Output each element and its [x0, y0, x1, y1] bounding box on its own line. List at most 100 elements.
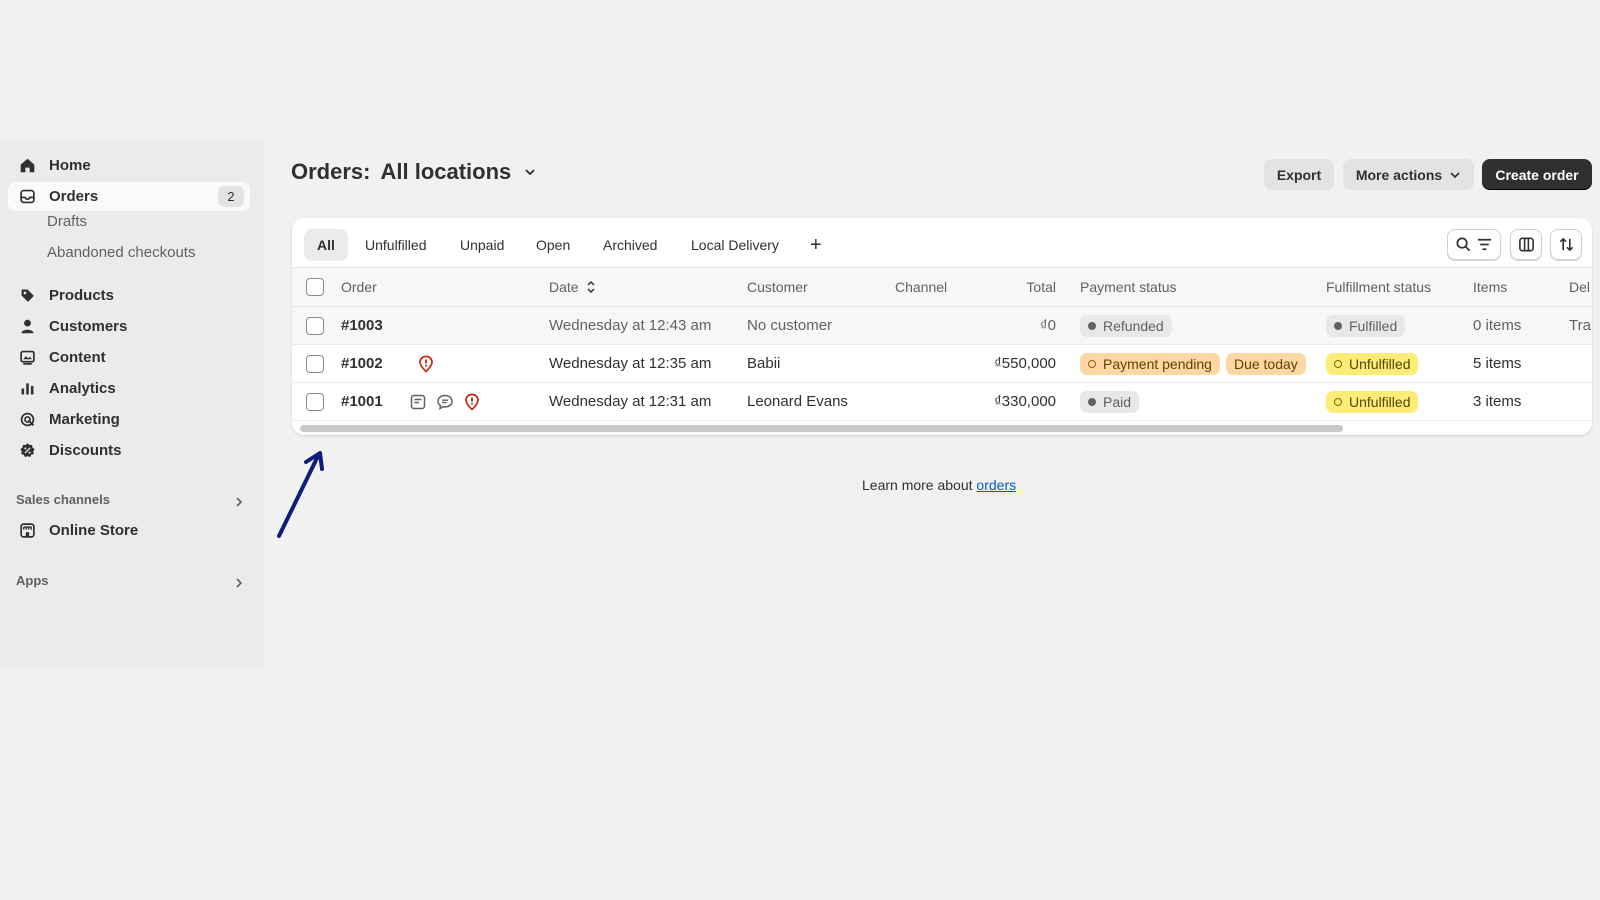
status-dot: [1088, 321, 1096, 330]
sidebar-item-orders[interactable]: Orders 2: [8, 182, 250, 211]
tab-all[interactable]: All: [304, 229, 348, 261]
sidebar-item-label: Discounts: [49, 442, 122, 459]
alert-location-icon[interactable]: [417, 355, 435, 373]
order-items: 3 items: [1473, 393, 1522, 410]
column-header-items[interactable]: Items: [1473, 268, 1507, 306]
due-badge: Due today: [1225, 352, 1306, 375]
sidebar-item-label: Products: [49, 287, 115, 304]
status-badge: Unfulfilled: [1326, 352, 1419, 375]
location-selector: All locations: [380, 159, 512, 184]
column-header-total[interactable]: Total: [992, 268, 1056, 306]
status-badge: Refunded: [1080, 314, 1172, 337]
table-row[interactable]: #1001 Wednesday at 12:31 am Leonard Evan…: [292, 383, 1592, 421]
sidebar-item-discounts[interactable]: Discounts: [8, 436, 250, 465]
sort-icon: [587, 280, 595, 294]
apps-label: Apps: [16, 573, 49, 588]
status-badge-label: Unfulfilled: [1349, 393, 1411, 410]
learn-more-label: Learn more about: [862, 477, 973, 493]
status-badge-label: Paid: [1103, 393, 1132, 410]
store-icon: [18, 522, 36, 540]
chevron-right-icon[interactable]: [232, 495, 246, 509]
learn-more-text: Learn more about orders: [862, 477, 1016, 493]
tab-archived[interactable]: Archived: [593, 229, 667, 261]
sidebar-subitem-drafts[interactable]: Drafts: [47, 213, 87, 230]
filter-icon: [1477, 238, 1492, 251]
order-number[interactable]: #1001: [341, 383, 383, 420]
export-button[interactable]: Export: [1264, 159, 1334, 190]
tab-unfulfilled[interactable]: Unfulfilled: [355, 229, 436, 261]
note-icon[interactable]: [409, 393, 427, 411]
column-header-date[interactable]: Date: [549, 268, 597, 306]
due-badge-label: Due today: [1233, 355, 1298, 372]
sidebar-item-label: Orders: [49, 188, 99, 205]
order-delivery: Tra: [1569, 317, 1591, 334]
status-badge: Fulfilled: [1326, 314, 1406, 337]
fulfillment-status-cell: Unfulfilled: [1326, 345, 1424, 382]
order-row-icons: [417, 345, 444, 382]
tab-unpaid[interactable]: Unpaid: [450, 229, 514, 261]
order-number[interactable]: #1002: [341, 345, 383, 382]
sidebar-item-customers[interactable]: Customers: [8, 312, 250, 341]
chevron-down-icon: [1450, 171, 1460, 178]
column-header-delivery[interactable]: Del: [1569, 268, 1590, 306]
orders-help-link[interactable]: orders: [976, 477, 1016, 493]
order-total: ₫330,000: [994, 393, 1056, 410]
annotation-arrow-icon: [277, 451, 324, 538]
status-badge-label: Payment pending: [1103, 355, 1212, 372]
chevron-right-icon[interactable]: [232, 576, 246, 590]
more-actions-button[interactable]: More actions: [1343, 159, 1474, 190]
row-checkbox[interactable]: [306, 317, 324, 335]
column-header-payment-status[interactable]: Payment status: [1080, 268, 1177, 306]
sidebar-subitem-abandoned-checkouts[interactable]: Abandoned checkouts: [47, 244, 195, 261]
alert-location-icon[interactable]: [463, 393, 481, 411]
tab-local-delivery[interactable]: Local Delivery: [681, 229, 789, 261]
sidebar-item-analytics[interactable]: Analytics: [8, 374, 250, 403]
sidebar-item-marketing[interactable]: Marketing: [8, 405, 250, 434]
add-view-button[interactable]: +: [800, 229, 832, 261]
sidebar-item-online-store[interactable]: Online Store: [8, 516, 250, 545]
target-icon: [18, 411, 36, 429]
column-header-customer[interactable]: Customer: [747, 268, 808, 306]
sidebar-item-label: Content: [49, 349, 106, 366]
table-row[interactable]: #1002 Wednesday at 12:35 am Babii ₫550,0…: [292, 345, 1592, 383]
fulfillment-status-cell: Unfulfilled: [1326, 383, 1424, 420]
sidebar-item-label: Customers: [49, 318, 128, 335]
column-header-channel[interactable]: Channel: [895, 268, 947, 306]
sort-button[interactable]: [1550, 229, 1582, 260]
status-badge-label: Refunded: [1103, 317, 1164, 334]
page-title-text: Orders:: [291, 159, 371, 184]
status-dot: [1334, 321, 1342, 330]
row-checkbox[interactable]: [306, 393, 324, 411]
horizontal-scrollbar[interactable]: [300, 425, 1343, 432]
orders-card: All Unfulfilled Unpaid Open Archived Loc…: [292, 218, 1592, 435]
sidebar-item-products[interactable]: Products: [8, 281, 250, 310]
more-actions-label: More actions: [1355, 166, 1443, 183]
sidebar-item-label: Online Store: [49, 522, 139, 539]
table-row[interactable]: #1003 Wednesday at 12:43 am No customer …: [292, 307, 1592, 345]
comment-icon[interactable]: [436, 393, 454, 411]
select-all-checkbox[interactable]: [306, 278, 324, 296]
order-customer: No customer: [747, 317, 833, 334]
tab-open[interactable]: Open: [526, 229, 580, 261]
order-items: 5 items: [1473, 355, 1522, 372]
page-title[interactable]: Orders: All locations: [291, 159, 537, 185]
column-header-order[interactable]: Order: [341, 268, 377, 306]
create-order-button[interactable]: Create order: [1482, 159, 1592, 190]
bar-chart-icon: [18, 380, 36, 398]
columns-button[interactable]: [1510, 229, 1542, 260]
sort-arrows-icon: [1559, 237, 1573, 252]
search-filter-button[interactable]: [1447, 229, 1501, 260]
status-badge-label: Fulfilled: [1349, 317, 1398, 334]
row-checkbox[interactable]: [306, 355, 324, 373]
status-dot: [1088, 359, 1096, 368]
order-number[interactable]: #1003: [341, 307, 383, 344]
sidebar-item-label: Home: [49, 157, 91, 174]
sidebar-item-content[interactable]: Content: [8, 343, 250, 372]
order-items: 0 items: [1473, 317, 1522, 334]
sales-channels-label: Sales channels: [16, 492, 110, 507]
sidebar-item-home[interactable]: Home: [8, 151, 250, 180]
payment-status-cell: Refunded: [1080, 307, 1178, 344]
column-header-date-label: Date: [549, 279, 579, 295]
sidebar: Home Orders 2 Drafts Abandoned checkouts…: [0, 139, 264, 668]
column-header-fulfillment-status[interactable]: Fulfillment status: [1326, 268, 1431, 306]
